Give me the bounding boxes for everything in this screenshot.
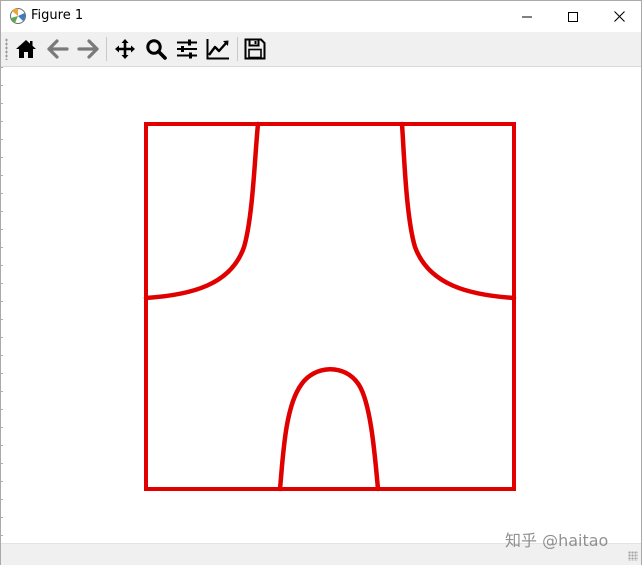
edit-axes-button[interactable] xyxy=(205,36,231,62)
floppy-disk-icon xyxy=(244,38,266,60)
curve-top-left xyxy=(143,121,261,301)
back-button[interactable] xyxy=(45,36,71,62)
plot-svg xyxy=(143,121,517,492)
forward-button[interactable] xyxy=(75,36,101,62)
zoom-button[interactable] xyxy=(143,36,169,62)
matplotlib-logo-icon xyxy=(9,7,27,25)
toolbar-grip[interactable] xyxy=(5,38,8,60)
window-title: Figure 1 xyxy=(31,8,84,23)
line-chart-icon xyxy=(206,38,230,60)
curve-bottom-arch xyxy=(277,367,381,492)
home-icon xyxy=(15,39,37,59)
arrow-right-icon xyxy=(77,39,99,59)
figure-canvas[interactable] xyxy=(1,67,641,543)
maximize-button[interactable] xyxy=(550,1,596,32)
navigation-toolbar xyxy=(1,32,641,67)
move-arrows-icon xyxy=(114,38,136,60)
close-button[interactable] xyxy=(596,1,642,32)
curve-top-right xyxy=(399,121,517,301)
save-button[interactable] xyxy=(242,36,268,62)
home-button[interactable] xyxy=(13,36,39,62)
sliders-icon xyxy=(176,38,198,60)
title-bar[interactable]: Figure 1 xyxy=(1,1,641,32)
square-boundary xyxy=(144,122,516,491)
pan-button[interactable] xyxy=(112,36,138,62)
toolbar-separator xyxy=(106,37,107,61)
maximize-icon xyxy=(568,11,578,22)
minimize-button[interactable] xyxy=(504,1,550,32)
arrow-left-icon xyxy=(47,39,69,59)
magnifier-icon xyxy=(145,38,167,60)
toolbar-separator xyxy=(237,37,238,61)
resize-grip[interactable] xyxy=(628,551,638,561)
configure-subplots-button[interactable] xyxy=(174,36,200,62)
close-icon xyxy=(613,11,625,22)
figure-window: Figure 1 知乎 @haitao xyxy=(0,0,642,565)
watermark-text: 知乎 @haitao xyxy=(505,531,609,550)
minimize-icon xyxy=(522,12,532,22)
